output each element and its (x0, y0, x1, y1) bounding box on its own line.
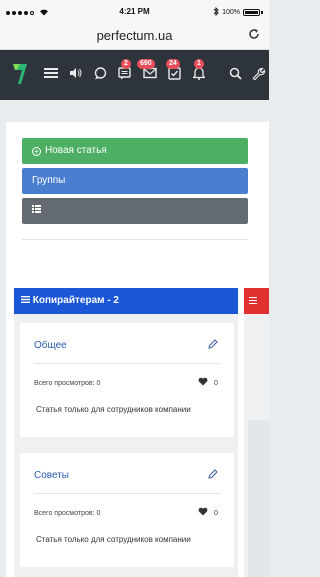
article-description: Статья только для сотрудников компании (36, 535, 191, 544)
column-title: Копирайтерам - 2 (32, 295, 119, 306)
url-text[interactable]: perfectum.ua (0, 28, 269, 43)
views-count: Всего просмотров: 0 (34, 510, 101, 517)
volume-icon[interactable] (69, 67, 83, 83)
notifications-badge: 1 (194, 59, 204, 69)
battery-percent: 100% (222, 9, 240, 16)
edit-icon[interactable] (208, 339, 218, 352)
tasks-icon[interactable]: 24 (166, 59, 181, 84)
column-header-copywriters[interactable]: Копирайтерам - 2 (14, 288, 238, 314)
article-description: Статья только для сотрудников компании (36, 405, 191, 414)
article-card[interactable]: Общее Всего просмотров: 0 0 Статья тольк… (20, 323, 234, 437)
menu-icon[interactable] (44, 67, 58, 83)
heart-icon[interactable] (198, 377, 208, 389)
chat-icon[interactable] (94, 67, 107, 84)
reload-icon[interactable] (248, 27, 260, 43)
divider (22, 239, 248, 240)
views-count: Всего просмотров: 0 (34, 380, 101, 387)
article-card[interactable]: Советы Всего просмотров: 0 0 Статья толь… (20, 453, 234, 567)
article-title[interactable]: Общее (34, 340, 67, 351)
bluetooth-icon (213, 6, 219, 18)
messages-badge: 2 (121, 59, 131, 69)
messages-icon[interactable]: 2 (118, 59, 131, 84)
likes-count: 0 (214, 510, 218, 517)
groups-button[interactable]: Группы (22, 168, 248, 194)
status-bar: 4:21 PM 100% (0, 0, 269, 22)
wrench-icon[interactable] (252, 67, 266, 85)
tasks-badge: 24 (166, 59, 180, 69)
list-icon (21, 295, 33, 306)
groups-label: Группы (32, 175, 66, 186)
list-view-button[interactable] (22, 198, 248, 224)
mail-badge: 690 (137, 59, 155, 69)
new-article-button[interactable]: + Новая статья (22, 138, 248, 164)
edit-icon[interactable] (208, 469, 218, 482)
battery-icon (243, 9, 260, 16)
logo-icon[interactable] (12, 63, 28, 85)
column-header-next[interactable] (244, 288, 269, 314)
list-icon (32, 205, 41, 216)
mail-icon[interactable]: 690 (137, 59, 157, 83)
likes-count: 0 (214, 380, 218, 387)
card-divider (34, 493, 220, 494)
browser-address-bar[interactable]: perfectum.ua (0, 22, 269, 50)
plus-icon: + (32, 147, 41, 156)
bell-icon[interactable]: 1 (191, 59, 207, 84)
top-navbar: 2 690 24 1 (0, 50, 269, 100)
heart-icon[interactable] (198, 507, 208, 519)
article-title[interactable]: Советы (34, 470, 69, 481)
search-icon[interactable] (229, 67, 242, 84)
card-divider (34, 363, 220, 364)
new-article-label: Новая статья (45, 145, 107, 156)
next-column-card (248, 420, 269, 577)
list-icon (249, 297, 257, 298)
